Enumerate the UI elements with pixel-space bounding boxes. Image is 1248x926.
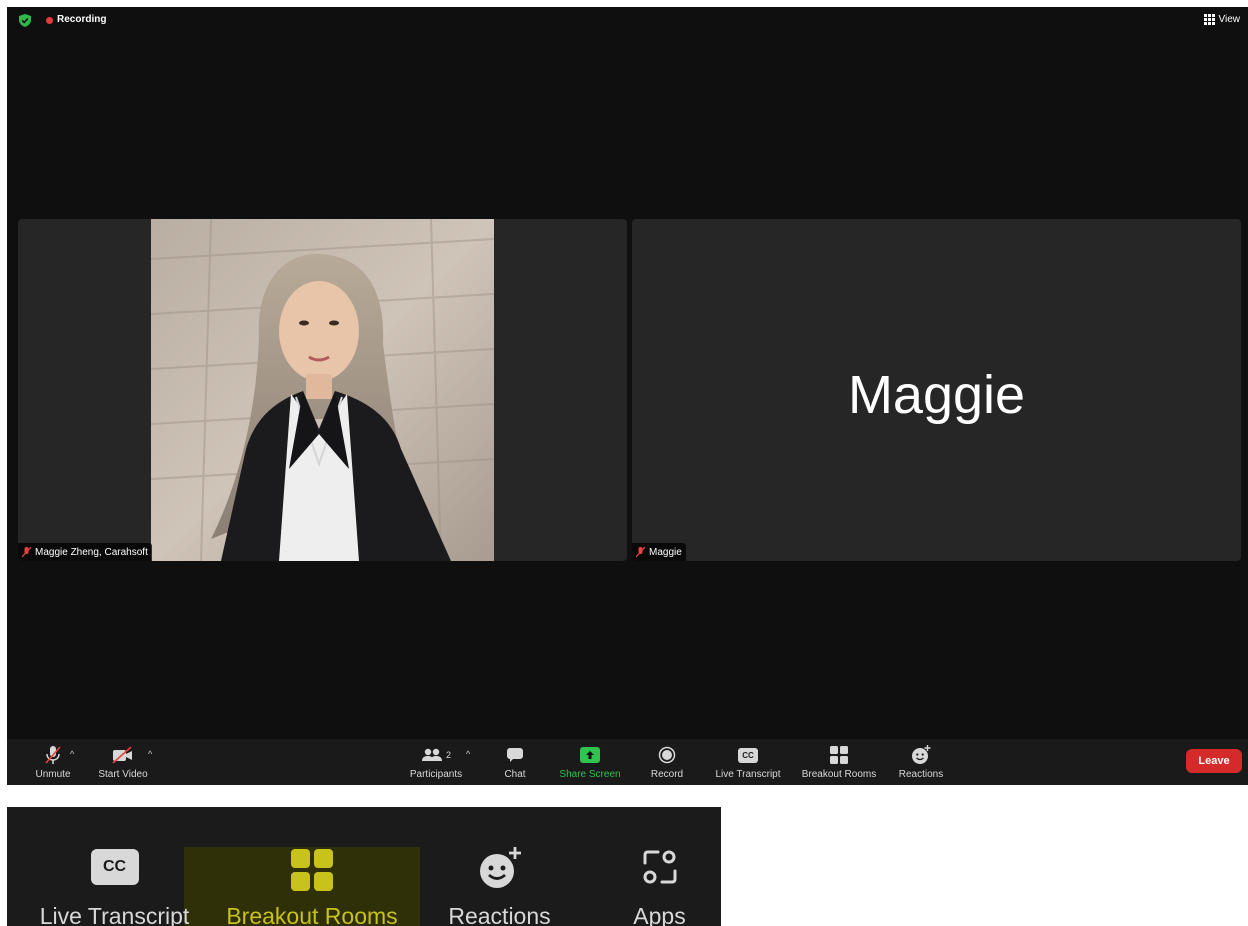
participant-name: Maggie Zheng, Carahsoft <box>35 546 148 558</box>
share-screen-label: Share Screen <box>559 769 621 780</box>
record-button[interactable]: Record <box>647 739 687 785</box>
reactions-button[interactable]: Reactions <box>437 807 562 926</box>
reactions-button[interactable]: Reactions <box>895 739 947 785</box>
view-label: View <box>1218 14 1241 25</box>
zoomed-toolbar-crop: CC Live Transcript Breakout Rooms Reacti… <box>7 807 721 926</box>
audio-options-chevron-icon[interactable]: ^ <box>70 749 74 759</box>
chat-button[interactable]: Chat <box>499 739 531 785</box>
meeting-top-bar: Recording View <box>7 7 1248 33</box>
start-video-button[interactable]: Start Video <box>95 739 151 785</box>
participant-tile-name[interactable]: Maggie Maggie <box>632 219 1241 561</box>
participants-button[interactable]: 2 Participants <box>405 739 467 785</box>
unmute-button[interactable]: Unmute <box>35 739 71 785</box>
meeting-controls-toolbar: Unmute ^ Start Video ^ 2 Participants ^ … <box>7 739 1248 785</box>
live-transcript-label: Live Transcript <box>715 769 781 780</box>
reactions-label: Reactions <box>448 903 551 926</box>
reactions-icon <box>479 847 521 888</box>
participants-options-chevron-icon[interactable]: ^ <box>466 749 470 759</box>
apps-label: Apps <box>633 903 686 926</box>
leave-button[interactable]: Leave <box>1186 749 1242 773</box>
cc-icon: CC <box>90 849 139 885</box>
live-transcript-button[interactable]: CC Live Transcript <box>710 739 786 785</box>
breakout-rooms-button[interactable]: Breakout Rooms <box>797 739 881 785</box>
apps-icon <box>643 850 676 884</box>
live-transcript-button[interactable]: CC Live Transcript <box>32 807 197 926</box>
view-button[interactable]: View <box>1203 14 1241 25</box>
participants-icon <box>421 748 442 761</box>
share-screen-icon <box>580 747 600 763</box>
reactions-icon <box>912 745 931 764</box>
chat-label: Chat <box>504 769 526 780</box>
participant-name-tag: Maggie <box>632 543 686 561</box>
cc-icon: CC <box>738 747 758 763</box>
unmute-label: Unmute <box>35 769 71 780</box>
participant-tile-video[interactable]: Maggie Zheng, Carahsoft <box>18 219 627 561</box>
video-off-icon <box>112 746 132 764</box>
mic-muted-icon <box>22 546 31 557</box>
zoom-meeting-window: Recording View Maggie Zheng, Carahsoft M… <box>7 7 1248 785</box>
record-icon <box>658 746 676 764</box>
breakout-rooms-label: Breakout Rooms <box>801 769 877 780</box>
record-label: Record <box>650 769 684 780</box>
breakout-rooms-button[interactable]: Breakout Rooms <box>217 807 407 926</box>
participant-video-image <box>151 219 494 561</box>
participants-count: 2 <box>445 750 451 760</box>
reactions-label: Reactions <box>898 769 944 780</box>
share-screen-button[interactable]: Share Screen <box>555 739 625 785</box>
participant-name-tag: Maggie Zheng, Carahsoft <box>18 543 152 561</box>
apps-button[interactable]: Apps <box>607 807 712 926</box>
start-video-label: Start Video <box>98 769 148 780</box>
mic-muted-icon <box>45 746 61 764</box>
recording-status[interactable]: Recording <box>57 14 106 25</box>
participant-name: Maggie <box>649 546 682 558</box>
mic-muted-icon <box>636 546 645 557</box>
breakout-rooms-icon <box>291 849 333 891</box>
breakout-rooms-label: Breakout Rooms <box>226 903 398 926</box>
video-options-chevron-icon[interactable]: ^ <box>148 749 152 759</box>
recording-dot-icon <box>46 17 53 24</box>
breakout-rooms-icon <box>830 746 848 764</box>
participant-display-name: Maggie <box>847 365 1026 425</box>
grid-icon <box>1203 14 1215 25</box>
live-transcript-label: Live Transcript <box>39 903 190 926</box>
participants-label: Participants <box>409 769 463 780</box>
chat-icon <box>507 748 523 762</box>
shield-check-icon[interactable] <box>19 14 31 27</box>
